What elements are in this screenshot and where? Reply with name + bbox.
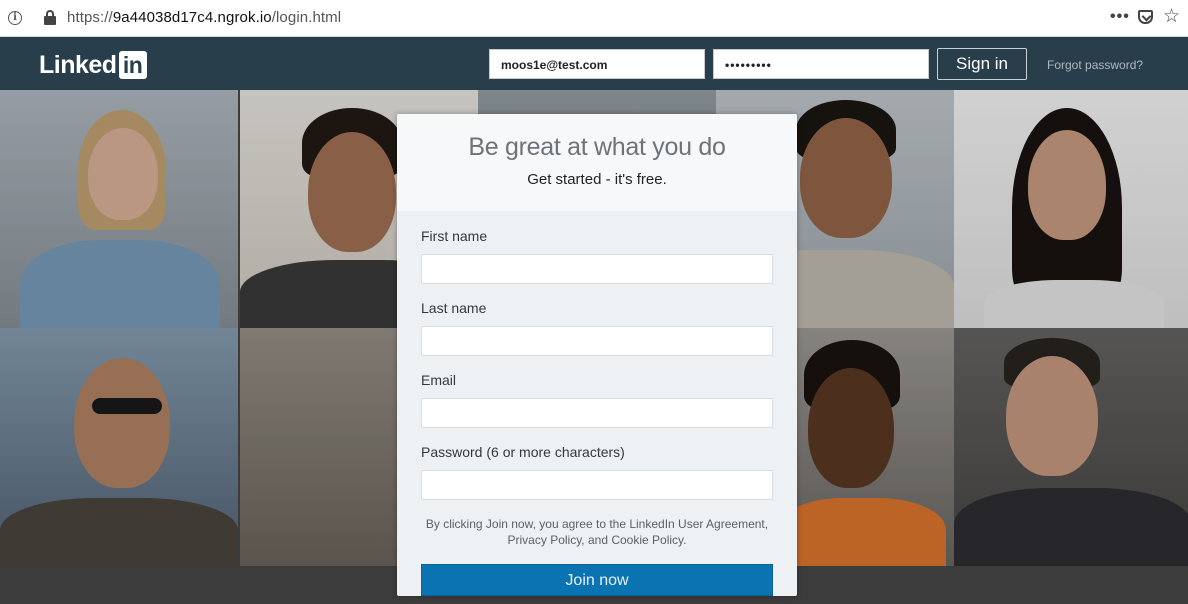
signup-card: Be great at what you do Get started - it…: [397, 114, 797, 596]
first-name-label: First name: [421, 228, 488, 244]
forgot-password-link[interactable]: Forgot password?: [1047, 58, 1143, 72]
logo-in-badge: in: [118, 51, 147, 79]
pocket-icon[interactable]: [1138, 10, 1153, 24]
email-input[interactable]: [421, 398, 773, 428]
url-host: 9a44038d17c4.ngrok.io: [112, 9, 272, 26]
site-header: Linked in moos1e@test.com ••••••••• Sign…: [0, 37, 1188, 90]
logo-text: Linked: [39, 51, 117, 79]
last-name-input[interactable]: [421, 326, 773, 356]
signup-form: First name Last name Email Password (6 o…: [397, 211, 797, 596]
sign-in-button[interactable]: Sign in: [937, 48, 1027, 80]
header-email-input[interactable]: moos1e@test.com: [489, 49, 705, 79]
address-bar[interactable]: https://9a44038d17c4.ngrok.io/login.html: [67, 9, 341, 26]
header-password-input[interactable]: •••••••••: [713, 49, 929, 79]
linkedin-logo[interactable]: Linked in: [39, 51, 147, 79]
password-label: Password (6 or more characters): [421, 444, 625, 460]
browser-toolbar: i https://9a44038d17c4.ngrok.io/login.ht…: [0, 0, 1188, 37]
lock-icon[interactable]: [44, 10, 56, 26]
more-actions-icon[interactable]: •••: [1110, 8, 1130, 26]
join-now-button[interactable]: Join now: [421, 564, 773, 596]
legal-line-1: By clicking Join now, you agree to the L…: [425, 517, 769, 531]
email-label: Email: [421, 372, 457, 388]
legal-line-2: Privacy Policy, and Cookie Policy.: [507, 533, 687, 547]
first-name-input[interactable]: [421, 254, 773, 284]
bookmark-star-icon[interactable]: ☆: [1163, 5, 1180, 28]
signup-card-header: Be great at what you do Get started - it…: [397, 114, 797, 211]
card-subheadline: Get started - it's free.: [527, 171, 667, 188]
legal-notice: By clicking Join now, you agree to the L…: [421, 516, 773, 548]
password-input[interactable]: [421, 470, 773, 500]
last-name-label: Last name: [421, 300, 487, 316]
info-icon[interactable]: i: [8, 11, 22, 25]
card-headline: Be great at what you do: [468, 133, 726, 161]
url-path: /login.html: [271, 9, 342, 26]
url-prefix: https://: [67, 9, 113, 26]
